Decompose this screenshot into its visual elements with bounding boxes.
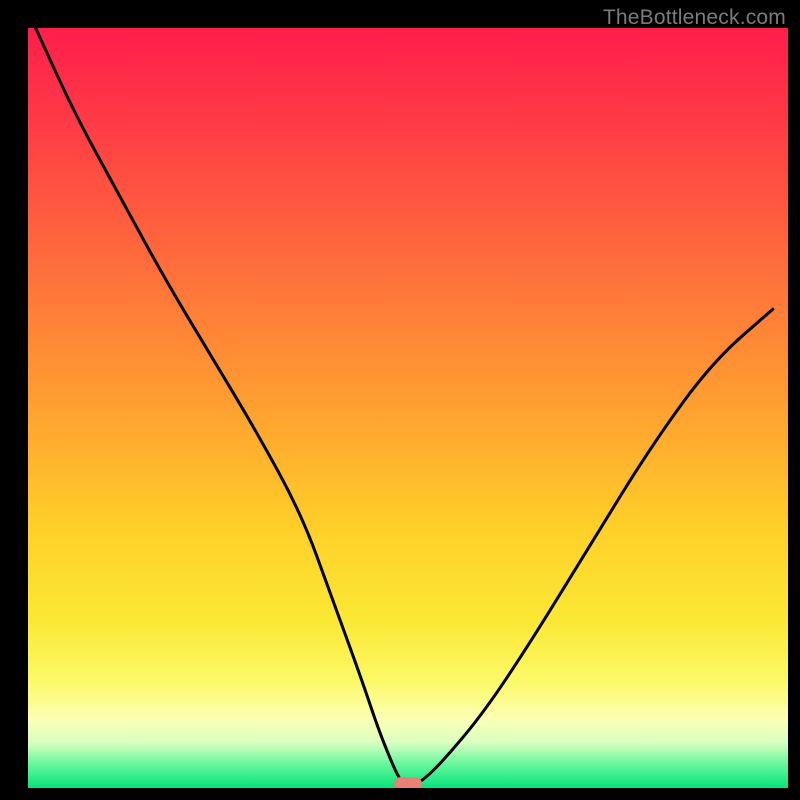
chart-frame: TheBottleneck.com [0, 0, 800, 800]
plot-area [28, 28, 788, 788]
minimum-marker [394, 777, 422, 788]
watermark-label: TheBottleneck.com [603, 6, 786, 30]
bottleneck-curve [28, 28, 788, 788]
